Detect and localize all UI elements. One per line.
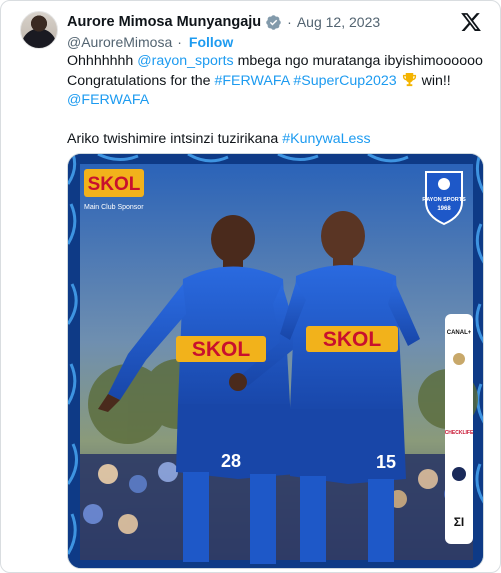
verified-badge-icon [265, 14, 282, 31]
header-separator: · [287, 14, 292, 30]
trophy-emoji-icon [402, 72, 417, 87]
author-avatar[interactable] [20, 11, 58, 49]
tweet-text: Ohhhhhhh @rayon_sports mbega ngo muratan… [67, 52, 487, 150]
tweet-card: Aurore Mimosa Munyangaju · Aug 12, 2023 … [0, 0, 501, 573]
photo-graphic: SKOL Main Club Sponsor RAYON SPORTS 1968 [68, 154, 483, 568]
tweet-header: Aurore Mimosa Munyangaju · Aug 12, 2023 [67, 12, 380, 32]
mention-ferwafa-link[interactable]: @FERWAFA [67, 92, 149, 108]
hashtag-supercup2023-link[interactable]: #SuperCup2023 [293, 73, 396, 89]
mention-rayon-sports-link[interactable]: @rayon_sports [137, 53, 233, 69]
side-sponsor-2: CHECKLIFE [445, 430, 474, 436]
tweet-text-segment: win!! [417, 72, 451, 89]
tweet-text-segment: Ohhhhhhh [67, 53, 138, 69]
tweet-text-segment: Ariko twishimire intsinzi tuzirikana [67, 131, 283, 147]
skol-sponsor-logo: SKOL Main Club Sponsor [84, 169, 144, 211]
badge-year-text: 1968 [437, 206, 451, 212]
side-sponsor-strip: CANAL+ CHECKLIFE ΣΙ [445, 314, 474, 544]
player-1-shirt-sponsor: SKOL [192, 338, 251, 361]
hashtag-kunywaless-link[interactable]: #KunywaLess [282, 131, 370, 147]
tweet-text-segment: Congratulations for the [67, 72, 215, 89]
player-2-shirt-sponsor: SKOL [323, 328, 382, 351]
side-sponsor-3: ΣΙ [454, 515, 465, 529]
tweet-line-1: Ohhhhhhh @rayon_sports mbega ngo muratan… [67, 52, 487, 72]
player-1-number: 28 [221, 451, 241, 471]
sponsor-logo-text: SKOL [88, 174, 141, 195]
sponsor-caption: Main Club Sponsor [84, 204, 144, 211]
author-handle[interactable]: @AuroreMimosa [67, 34, 172, 50]
tweet-text-segment: mbega ngo muratanga ibyishimoooooo [233, 53, 483, 69]
follow-button[interactable]: Follow [189, 34, 233, 50]
tweet-line-3: @FERWAFA [67, 91, 487, 111]
tweet-date[interactable]: Aug 12, 2023 [297, 14, 380, 30]
tweet-photo[interactable]: SKOL Main Club Sponsor RAYON SPORTS 1968 [67, 153, 484, 569]
badge-club-text: RAYON SPORTS [422, 197, 466, 203]
handle-row: @AuroreMimosa · Follow [67, 33, 233, 51]
tweet-line-2: Congratulations for the #FERWAFA #SuperC… [67, 72, 487, 92]
side-sponsor-1: CANAL+ [447, 330, 472, 336]
player-2-number: 15 [376, 452, 396, 472]
x-logo-icon[interactable] [460, 11, 482, 33]
author-display-name[interactable]: Aurore Mimosa Munyangaju [67, 14, 261, 30]
hashtag-ferwafa-link[interactable]: #FERWAFA [214, 73, 289, 89]
tweet-line-4: Ariko twishimire intsinzi tuzirikana #Ku… [67, 130, 487, 150]
handle-separator: · [177, 34, 182, 50]
